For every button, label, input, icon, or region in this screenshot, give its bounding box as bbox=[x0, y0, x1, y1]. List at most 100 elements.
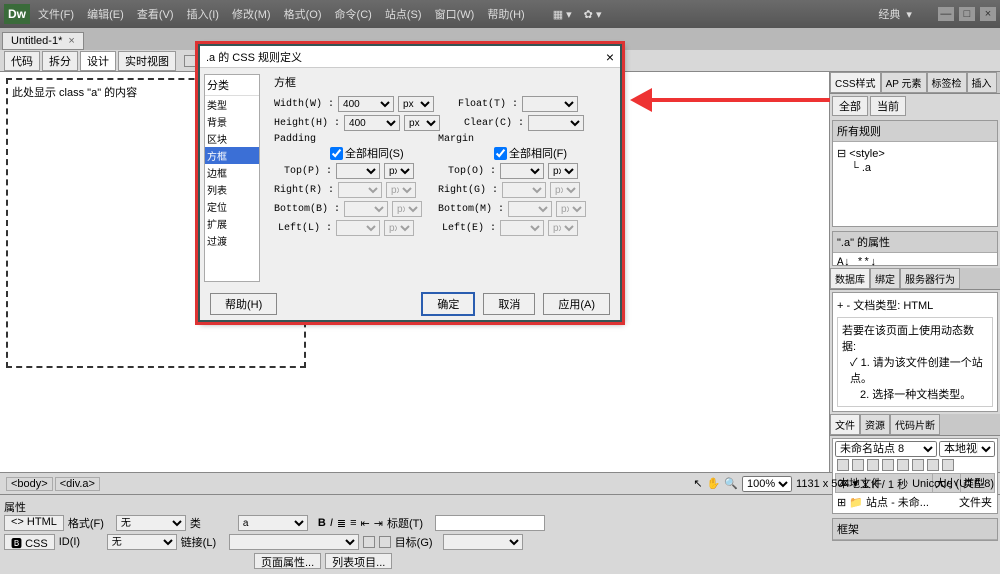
mar-left-unit[interactable]: px bbox=[548, 220, 578, 236]
menu-window[interactable]: 窗口(W) bbox=[435, 9, 475, 21]
height-unit[interactable]: px bbox=[404, 115, 440, 131]
class-select[interactable]: a bbox=[238, 515, 308, 531]
cat-positioning[interactable]: 定位 bbox=[205, 198, 259, 215]
indent-icon[interactable]: ⇥ bbox=[374, 517, 383, 530]
tab-tag-inspector[interactable]: 标签检 bbox=[927, 72, 967, 93]
mar-bottom[interactable] bbox=[508, 201, 552, 217]
mar-bottom-unit[interactable]: px bbox=[556, 201, 586, 217]
tag-body[interactable]: <body> bbox=[6, 477, 53, 491]
browse-folder-icon[interactable] bbox=[379, 536, 391, 548]
props-html-tab[interactable]: <> HTML bbox=[4, 515, 64, 531]
refresh-icon[interactable] bbox=[852, 459, 864, 471]
pad-right[interactable] bbox=[338, 182, 382, 198]
point-to-file-icon[interactable] bbox=[363, 536, 375, 548]
tag-div-a[interactable]: <div.a> bbox=[55, 477, 100, 491]
rule-style-tag[interactable]: ⊟ <style> bbox=[837, 146, 993, 161]
document-tab[interactable]: Untitled-1* × bbox=[2, 32, 84, 50]
tab-server-behaviors[interactable]: 服务器行为 bbox=[900, 268, 960, 289]
get-icon[interactable] bbox=[867, 459, 879, 471]
zoom-icon[interactable]: 🔍 bbox=[724, 477, 738, 490]
italic-button[interactable]: I bbox=[330, 517, 333, 529]
width-input[interactable]: 400 bbox=[338, 96, 394, 112]
sync-icon[interactable] bbox=[927, 459, 939, 471]
cat-border[interactable]: 边框 bbox=[205, 164, 259, 181]
maximize-button[interactable]: □ bbox=[959, 7, 975, 21]
pointer-icon[interactable]: ↖ bbox=[693, 477, 702, 490]
tab-files[interactable]: 文件 bbox=[830, 414, 860, 435]
inspect-icon[interactable] bbox=[184, 55, 196, 67]
cancel-button[interactable]: 取消 bbox=[483, 293, 535, 315]
file-row-site[interactable]: ⊞ 📁 站点 - 未命... 文件夹 bbox=[835, 493, 995, 511]
mar-top[interactable] bbox=[500, 163, 544, 179]
title-input[interactable] bbox=[435, 515, 545, 531]
view-split[interactable]: 拆分 bbox=[42, 51, 78, 71]
extend-icon[interactable]: ✿ ▾ bbox=[584, 8, 602, 21]
pad-top[interactable] bbox=[336, 163, 380, 179]
view-code[interactable]: 代码 bbox=[4, 51, 40, 71]
cat-background[interactable]: 背景 bbox=[205, 113, 259, 130]
put-icon[interactable] bbox=[882, 459, 894, 471]
tab-bindings[interactable]: 绑定 bbox=[870, 268, 900, 289]
tab-snippets[interactable]: 代码片断 bbox=[890, 414, 940, 435]
height-input[interactable]: 400 bbox=[344, 115, 400, 131]
cat-list[interactable]: 列表 bbox=[205, 181, 259, 198]
checkout-icon[interactable] bbox=[897, 459, 909, 471]
menu-modify[interactable]: 修改(M) bbox=[232, 9, 271, 21]
apply-button[interactable]: 应用(A) bbox=[543, 293, 610, 315]
tab-databases[interactable]: 数据库 bbox=[830, 268, 870, 289]
checkin-icon[interactable] bbox=[912, 459, 924, 471]
margin-same-checkbox[interactable] bbox=[494, 147, 507, 160]
pad-bottom[interactable] bbox=[344, 201, 388, 217]
site-select[interactable]: 未命名站点 8 bbox=[835, 441, 937, 457]
width-unit[interactable]: px bbox=[398, 96, 434, 112]
close-window-button[interactable]: × bbox=[980, 7, 996, 21]
minimize-button[interactable]: — bbox=[938, 7, 954, 21]
list-item-button[interactable]: 列表项目... bbox=[325, 553, 392, 569]
pad-left-unit[interactable]: px bbox=[384, 220, 414, 236]
layout-icon[interactable]: ▦ ▾ bbox=[553, 8, 572, 21]
cat-extensions[interactable]: 扩展 bbox=[205, 215, 259, 232]
tab-ap-elements[interactable]: AP 元素 bbox=[881, 72, 927, 93]
menu-file[interactable]: 文件(F) bbox=[38, 9, 74, 21]
tab-css-styles[interactable]: CSS样式 bbox=[830, 72, 881, 93]
page-properties-button[interactable]: 页面属性... bbox=[254, 553, 321, 569]
pad-bottom-unit[interactable]: px bbox=[392, 201, 422, 217]
rule-class-a[interactable]: └ .a bbox=[837, 161, 993, 175]
connect-icon[interactable] bbox=[837, 459, 849, 471]
tab-assets[interactable]: 资源 bbox=[860, 414, 890, 435]
close-tab-icon[interactable]: × bbox=[68, 35, 74, 47]
clear-select[interactable] bbox=[528, 115, 584, 131]
props-css-tab[interactable]: 🅱 CSS bbox=[4, 534, 55, 550]
tab-insert[interactable]: 插入 bbox=[967, 72, 997, 93]
ul-icon[interactable]: ≣ bbox=[337, 517, 346, 530]
mar-left[interactable] bbox=[500, 220, 544, 236]
view-design[interactable]: 设计 bbox=[80, 51, 116, 71]
workspace-switcher[interactable]: 经典 bbox=[878, 6, 900, 22]
menu-commands[interactable]: 命令(C) bbox=[335, 9, 372, 21]
menu-edit[interactable]: 编辑(E) bbox=[87, 9, 124, 21]
format-select[interactable]: 无 bbox=[116, 515, 186, 531]
bold-button[interactable]: B bbox=[318, 517, 326, 529]
target-select[interactable] bbox=[443, 534, 523, 550]
hand-icon[interactable]: ✋ bbox=[707, 477, 721, 490]
menu-site[interactable]: 站点(S) bbox=[385, 9, 422, 21]
link-select[interactable] bbox=[229, 534, 359, 550]
cat-box[interactable]: 方框 bbox=[205, 147, 259, 164]
css-all-button[interactable]: 全部 bbox=[832, 96, 868, 116]
menu-insert[interactable]: 插入(I) bbox=[187, 9, 219, 21]
cat-block[interactable]: 区块 bbox=[205, 130, 259, 147]
cat-type[interactable]: 类型 bbox=[205, 96, 259, 113]
pad-top-unit[interactable]: px bbox=[384, 163, 414, 179]
css-current-button[interactable]: 当前 bbox=[870, 96, 906, 116]
pad-right-unit[interactable]: px bbox=[386, 182, 416, 198]
menu-view[interactable]: 查看(V) bbox=[137, 9, 174, 21]
outdent-icon[interactable]: ⇤ bbox=[361, 517, 370, 530]
mar-top-unit[interactable]: px bbox=[548, 163, 578, 179]
view-select[interactable]: 本地视图 bbox=[939, 441, 995, 457]
id-select[interactable]: 无 bbox=[107, 534, 177, 550]
padding-same-checkbox[interactable] bbox=[330, 147, 343, 160]
cat-transition[interactable]: 过渡 bbox=[205, 232, 259, 249]
menu-help[interactable]: 帮助(H) bbox=[487, 9, 524, 21]
help-button[interactable]: 帮助(H) bbox=[210, 293, 277, 315]
mar-right-unit[interactable]: px bbox=[550, 182, 580, 198]
